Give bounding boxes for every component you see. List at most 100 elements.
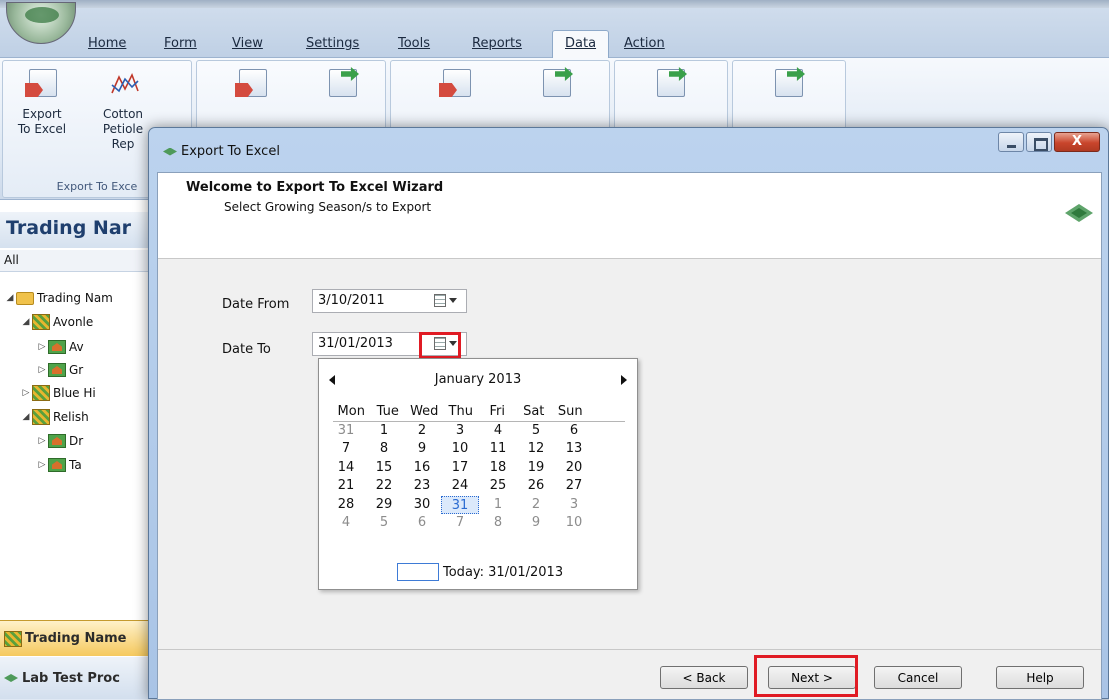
calendar-day[interactable]: 26 [517, 477, 555, 496]
tree-item[interactable]: ▷ Blue Hi [20, 383, 96, 403]
calendar-day[interactable]: 8 [479, 514, 517, 533]
sidebar-header: Trading Nar [0, 212, 152, 248]
tree-item[interactable]: ◢ Relish [20, 407, 89, 427]
trading-name-icon [32, 314, 50, 330]
calendar-day[interactable]: 31 [441, 495, 479, 514]
calendar-day[interactable]: 11 [479, 440, 517, 459]
back-button[interactable]: < Back [660, 666, 748, 689]
import-trading-names-icon[interactable] [753, 67, 823, 107]
tree-item[interactable]: ▷ Dr [36, 431, 83, 451]
date-from-label: Date From [222, 297, 290, 312]
calendar-day[interactable]: 24 [441, 477, 479, 496]
tab-reports[interactable]: Reports [472, 33, 522, 58]
calendar-day[interactable]: 19 [517, 459, 555, 478]
calendar-dropdown: January 2013 Mon Tue Wed Thu Fri Sat Sun… [318, 358, 638, 590]
minimize-button[interactable] [998, 132, 1024, 152]
calendar-month[interactable]: January 2013 [319, 372, 637, 387]
date-to-label: Date To [222, 342, 271, 357]
wizard-header: Welcome to Export To Excel Wizard Select… [158, 173, 1101, 259]
date-from-picker[interactable]: 3/10/2011 [312, 289, 467, 313]
weekday: Mon [337, 404, 365, 419]
export-dialog: Export To Excel X Welcome to Export To E… [148, 127, 1109, 700]
calendar-day[interactable]: 4 [479, 422, 517, 441]
calendar-day[interactable]: 17 [441, 459, 479, 478]
calendar-day[interactable]: 22 [365, 477, 403, 496]
chart-line-icon [104, 67, 142, 101]
collapse-icon[interactable]: ◢ [20, 317, 32, 327]
calendar-day[interactable]: 1 [365, 422, 403, 441]
export-to-excel-button[interactable]: Export To Excel [7, 67, 77, 137]
calendar-day[interactable]: 6 [403, 514, 441, 533]
import-other-icon[interactable] [307, 67, 377, 107]
nav-trading-name[interactable]: Trading Name [0, 620, 152, 656]
expand-icon[interactable]: ▷ [36, 436, 48, 446]
calendar-day[interactable]: 14 [327, 459, 365, 478]
expand-icon[interactable]: ▷ [20, 388, 32, 398]
tab-tools[interactable]: Tools [398, 33, 430, 58]
calendar-day[interactable]: 31 [327, 422, 365, 441]
title-strip [0, 0, 1109, 8]
tree-item[interactable]: ▷ Gr [36, 360, 83, 380]
calendar-day[interactable]: 9 [517, 514, 555, 533]
today-button[interactable]: Today: 31/01/2013 [397, 563, 563, 581]
calendar-day[interactable]: 2 [517, 496, 555, 515]
nav-lab-test[interactable]: Lab Test Proc [0, 657, 152, 699]
tree-item[interactable]: ◢ Trading Nam [4, 288, 113, 308]
tab-view[interactable]: View [232, 33, 263, 58]
tree-item[interactable]: ▷ Ta [36, 455, 82, 475]
calendar-day[interactable]: 25 [479, 477, 517, 496]
expand-icon[interactable]: ▷ [36, 460, 48, 470]
calendar-day[interactable]: 29 [365, 496, 403, 515]
expand-icon[interactable]: ▷ [36, 365, 48, 375]
calendar-day[interactable]: 23 [403, 477, 441, 496]
calendar-day[interactable]: 10 [555, 514, 593, 533]
calendar-day[interactable]: 12 [517, 440, 555, 459]
calendar-day[interactable]: 10 [441, 440, 479, 459]
tree-item[interactable]: ▷ Av [36, 337, 84, 357]
export-other-icon[interactable] [217, 67, 287, 107]
calendar-day[interactable]: 7 [441, 514, 479, 533]
maximize-button[interactable] [1026, 132, 1052, 152]
calendar-day[interactable]: 5 [517, 422, 555, 441]
export-advices-icon[interactable] [421, 67, 491, 107]
calendar-day[interactable]: 7 [327, 440, 365, 459]
calendar-day[interactable]: 1 [479, 496, 517, 515]
calendar-day[interactable]: 21 [327, 477, 365, 496]
import-advices-icon[interactable] [521, 67, 591, 107]
calendar-day[interactable]: 6 [555, 422, 593, 441]
import-from-icon[interactable] [635, 67, 705, 107]
cancel-button[interactable]: Cancel [874, 666, 962, 689]
collapse-icon[interactable]: ◢ [20, 412, 32, 422]
tab-action[interactable]: Action [624, 33, 665, 58]
calendar-day[interactable]: 27 [555, 477, 593, 496]
calendar-day[interactable]: 9 [403, 440, 441, 459]
help-button[interactable]: Help [996, 666, 1084, 689]
calendar-day[interactable]: 16 [403, 459, 441, 478]
tab-settings[interactable]: Settings [306, 33, 359, 58]
calendar-day[interactable]: 3 [441, 422, 479, 441]
calendar-day[interactable]: 3 [555, 496, 593, 515]
calendar-dropdown-icon[interactable] [431, 293, 463, 309]
app-orb-icon[interactable] [6, 2, 76, 44]
tree-item[interactable]: ◢ Avonle [20, 312, 93, 332]
calendar-day[interactable]: 4 [327, 514, 365, 533]
calendar-day[interactable]: 5 [365, 514, 403, 533]
calendar-day[interactable]: 28 [327, 496, 365, 515]
close-button[interactable]: X [1054, 132, 1100, 152]
tab-home[interactable]: Home [88, 33, 126, 58]
expand-icon[interactable]: ▷ [36, 342, 48, 352]
tab-form[interactable]: Form [164, 33, 197, 58]
tab-data[interactable]: Data [552, 30, 610, 59]
collapse-icon[interactable]: ◢ [4, 293, 16, 303]
calendar-day[interactable]: 13 [555, 440, 593, 459]
calendar-day[interactable]: 8 [365, 440, 403, 459]
calendar-day[interactable]: 20 [555, 459, 593, 478]
calendar-day[interactable]: 2 [403, 422, 441, 441]
weekday: Sun [557, 404, 583, 419]
next-month-icon[interactable] [621, 375, 627, 385]
sidebar-filter[interactable]: All [0, 250, 152, 272]
calendar-day[interactable]: 30 [403, 496, 441, 515]
weekday: Thu [448, 404, 473, 419]
calendar-day[interactable]: 15 [365, 459, 403, 478]
calendar-day[interactable]: 18 [479, 459, 517, 478]
